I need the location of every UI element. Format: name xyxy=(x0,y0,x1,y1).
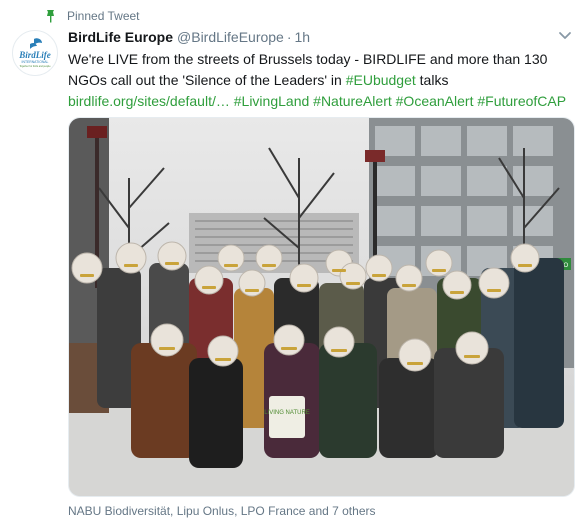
separator-dot: · xyxy=(286,29,292,45)
tagged-users[interactable]: NABU Biodiversität, Lipu Onlus, LPO Fran… xyxy=(68,504,375,518)
hashtag-eubudget[interactable]: #EUbudget xyxy=(346,72,416,88)
hashtag-naturealert[interactable]: #NatureAlert xyxy=(313,93,392,109)
tweet-text-part-2: talks xyxy=(415,72,449,88)
tweet-link[interactable]: birdlife.org/sites/default/… xyxy=(68,93,230,109)
avatar-tagline: Together for birds and people xyxy=(19,65,51,68)
tweet-timestamp[interactable]: 1h xyxy=(295,29,311,45)
tweet-photo[interactable]: BIO xyxy=(68,117,575,497)
tweet-text: We're LIVE from the streets of Brussels … xyxy=(68,49,574,112)
hashtag-oceanalert[interactable]: #OceanAlert xyxy=(396,93,474,109)
avatar-logo-text: BirdLife xyxy=(18,50,51,60)
tweet-header: BirdLife Europe @BirdLifeEurope · 1h xyxy=(68,27,574,47)
avatar-sub-text: INTERNATIONAL xyxy=(22,60,49,64)
birdlife-logo: BirdLife INTERNATIONAL Together for bird… xyxy=(13,31,57,75)
author-name[interactable]: BirdLife Europe xyxy=(68,29,173,45)
pinned-label: Pinned Tweet xyxy=(67,9,140,23)
tweet-text-part-1: We're LIVE from the streets of Brussels … xyxy=(68,51,548,88)
pin-icon xyxy=(47,10,54,23)
author-handle[interactable]: @BirdLifeEurope xyxy=(177,29,284,45)
hashtag-futureofcap[interactable]: #FutureofCAP xyxy=(477,93,566,109)
hashtag-livingland[interactable]: #LivingLand xyxy=(234,93,310,109)
bag-text: LIVING NATURE xyxy=(264,410,310,416)
avatar[interactable]: BirdLife INTERNATIONAL Together for bird… xyxy=(12,30,58,76)
chevron-down-icon[interactable] xyxy=(558,31,572,41)
pinned-indicator: Pinned Tweet xyxy=(44,8,140,24)
group-photo: BIO xyxy=(69,118,574,496)
